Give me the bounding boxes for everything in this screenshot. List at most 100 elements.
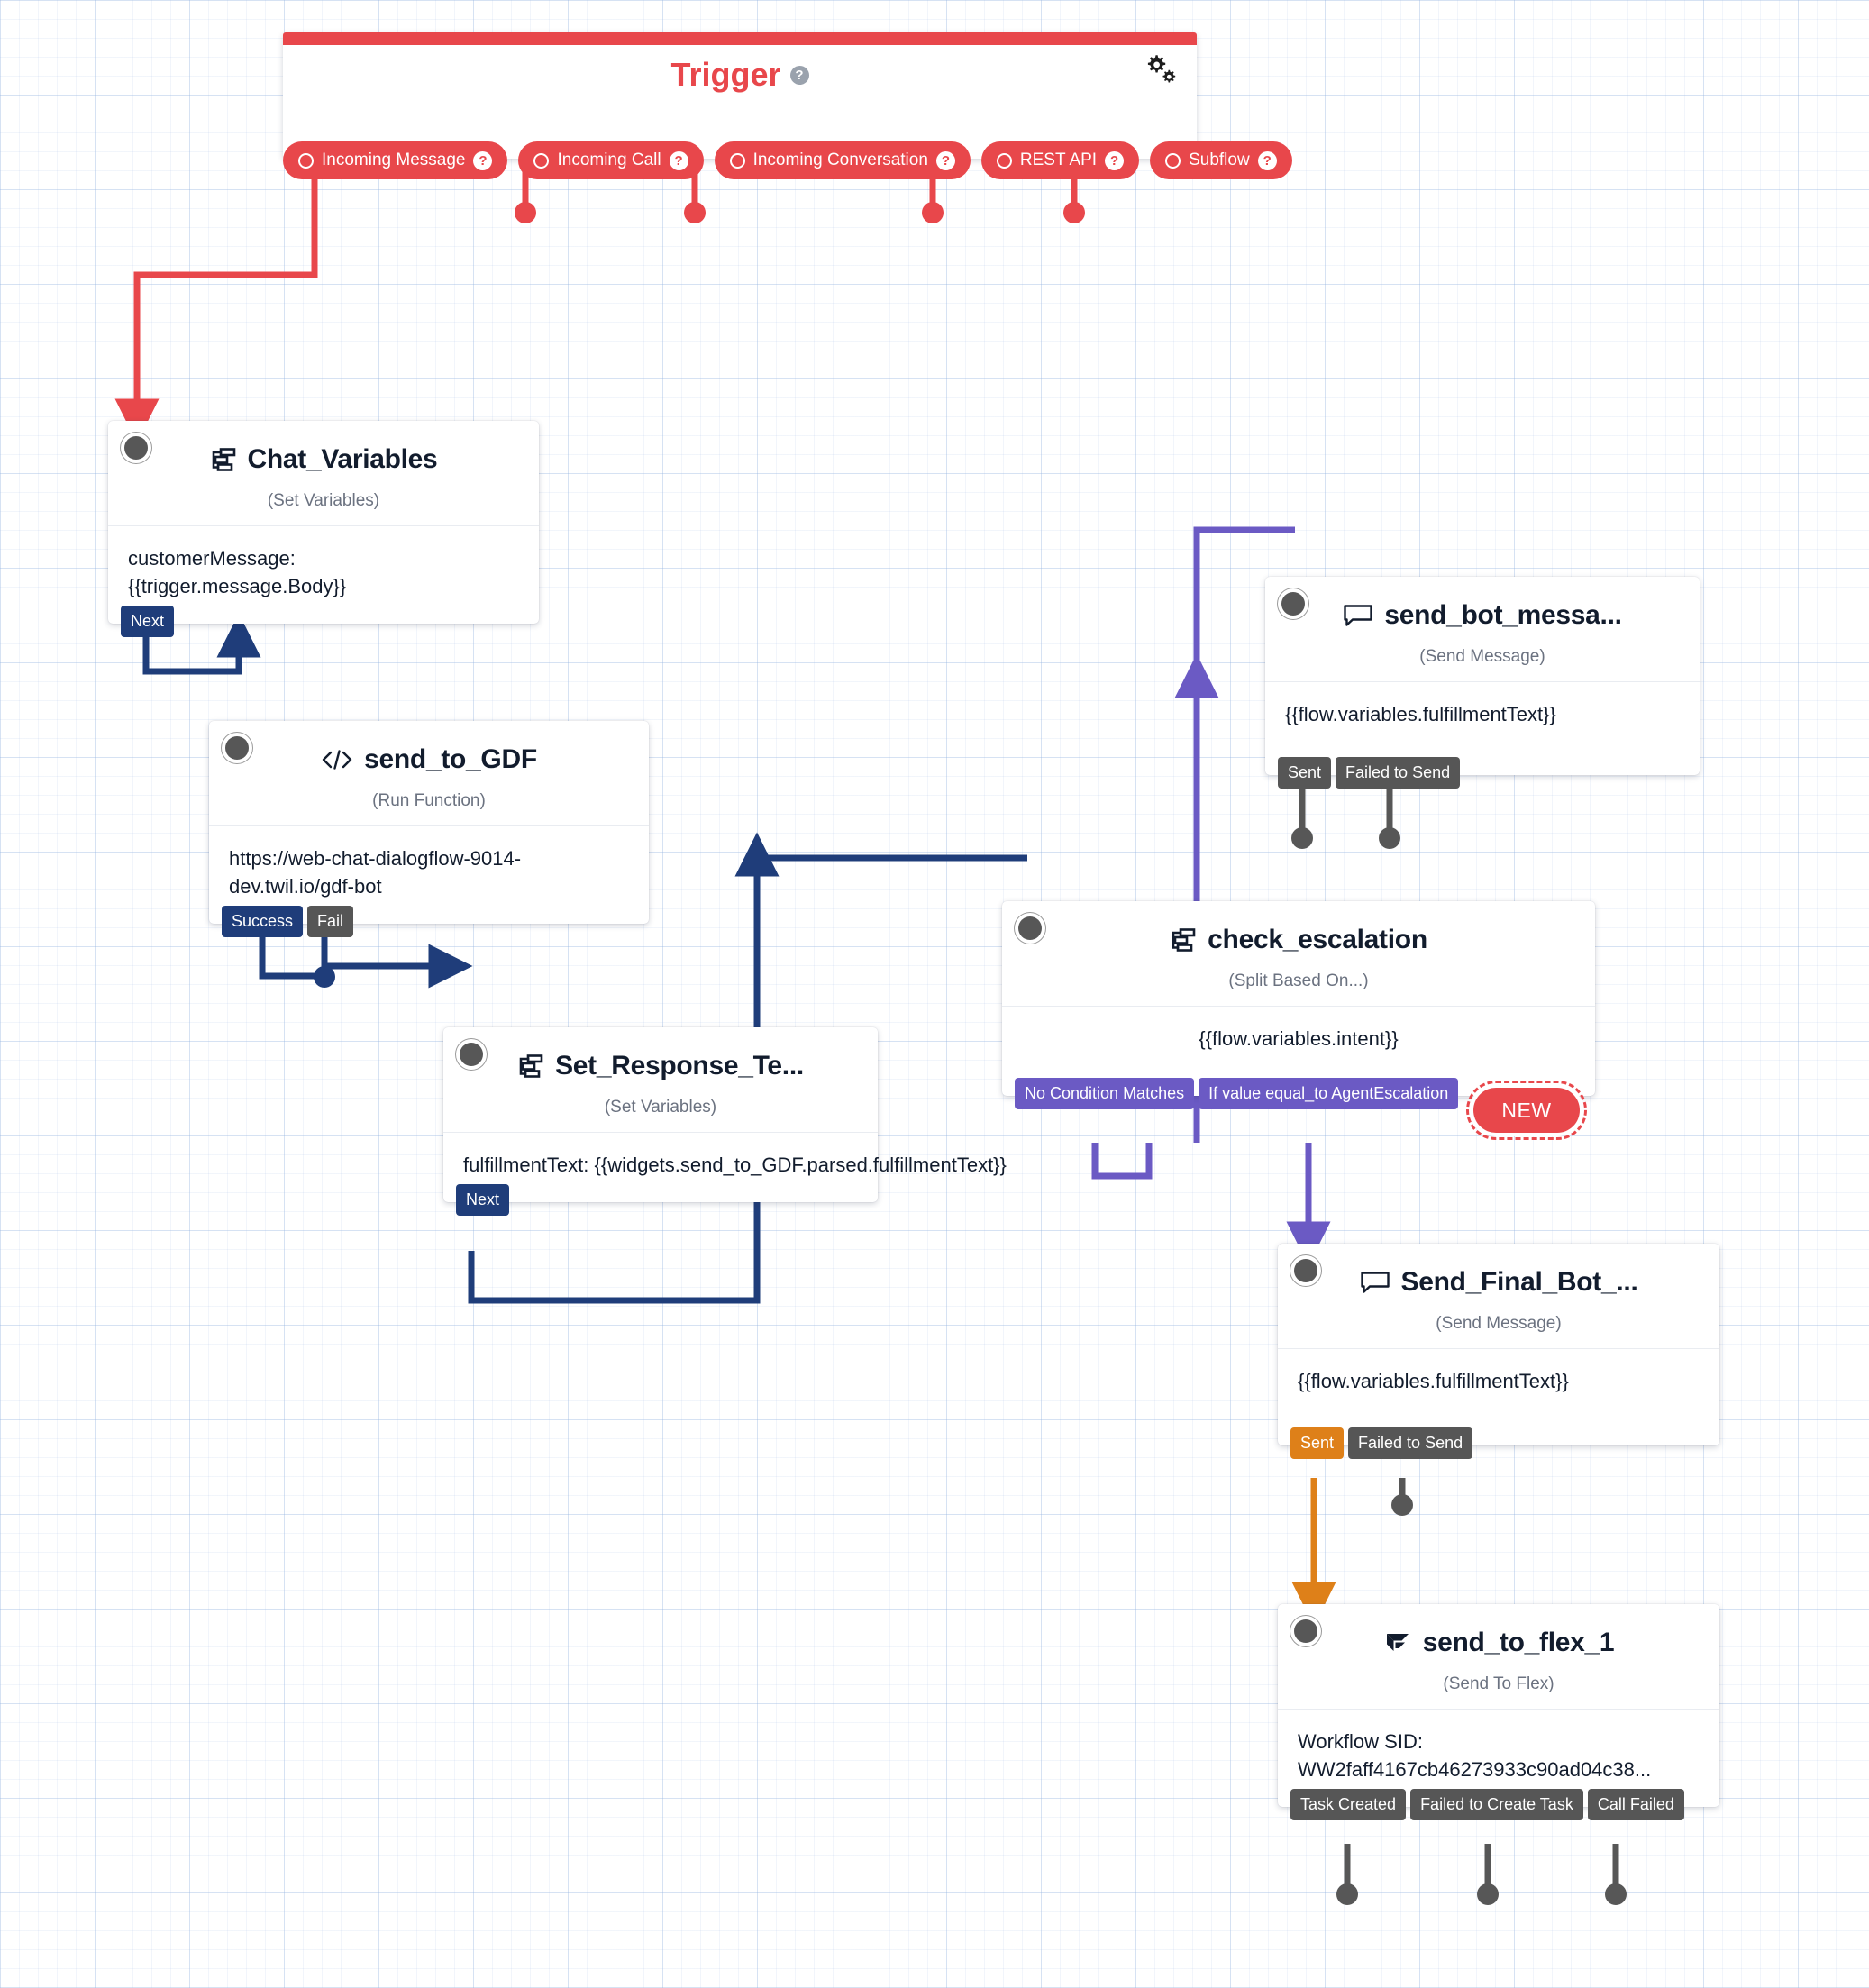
widget-input-port[interactable] [1281,592,1305,616]
help-icon[interactable]: ? [1105,150,1125,170]
widget-input-port[interactable] [225,736,249,760]
trigger-transition-pill[interactable]: Incoming Conversation? [714,141,971,179]
trigger-title: Trigger [670,56,781,93]
widget-transitions: Next [121,606,175,638]
flow-canvas[interactable]: Trigger ? Incoming Message? Incoming Call… [0,0,1869,1988]
widget-type-label: (Send Message) [1436,1314,1562,1333]
transition-endpoint-dot[interactable] [1336,1883,1358,1905]
transition-pill[interactable]: Failed to Send [1348,1427,1473,1460]
trigger-transition-label: Incoming Conversation [752,150,928,169]
widget-input-port[interactable] [460,1043,483,1066]
transition-endpoint-dot[interactable] [314,966,335,988]
widget-title: send_to_flex_1 [1422,1628,1615,1657]
trigger-transition-label: Incoming Message [322,150,466,169]
widget-type-label: (Run Function) [372,791,486,810]
circle-icon [1165,152,1181,169]
widget-transitions: Sent Failed to Send [1278,757,1461,789]
new-condition-label: NEW [1501,1098,1552,1122]
transition-pill[interactable]: Task Created [1290,1789,1407,1821]
transition-pill[interactable]: Failed to Create Task [1410,1789,1583,1821]
set-variables-icon [210,447,237,472]
trigger-transition-pill[interactable]: Incoming Message? [283,141,508,179]
widget-type-label: (Set Variables) [267,491,380,510]
trigger-transition-pill[interactable]: Incoming Call? [518,141,704,179]
circle-icon [298,152,314,169]
widget-type-label: (Split Based On...) [1228,971,1369,990]
new-condition-button[interactable]: NEW [1466,1081,1587,1140]
widget-header: send_to_GDF [209,721,649,779]
widget-header: Chat_Variables [108,421,539,479]
flex-icon [1383,1630,1412,1655]
transition-pill[interactable]: Sent [1290,1427,1345,1460]
transition-pill[interactable]: No Condition Matches [1015,1078,1195,1110]
help-icon[interactable]: ? [935,150,955,170]
transition-pill[interactable]: Next [456,1184,510,1217]
trigger-transition-label: Incoming Call [557,150,661,169]
widget-title: Set_Response_Te... [555,1051,804,1081]
trigger-endpoint-dot[interactable] [515,202,536,223]
message-icon [1360,1270,1390,1295]
set-variables-icon [517,1053,544,1079]
transition-pill[interactable]: Sent [1278,757,1332,789]
code-icon [321,748,353,771]
transition-pill[interactable]: Call Failed [1587,1789,1684,1821]
widget-transitions: Success Fail [222,906,354,938]
trigger-endpoint-dot[interactable] [684,202,706,223]
transition-endpoint-dot[interactable] [1379,827,1400,849]
split-icon [1170,927,1197,953]
widget-send-bot-message[interactable]: send_bot_messa... (Send Message) {{flow.… [1265,577,1700,789]
transition-pill[interactable]: If value equal_to AgentEscalation [1199,1078,1459,1110]
widget-title: Send_Final_Bot_... [1400,1267,1638,1297]
help-icon[interactable]: ? [669,150,688,170]
widget-send-final-bot[interactable]: Send_Final_Bot_... (Send Message) {{flow… [1278,1244,1719,1460]
circle-icon [729,152,745,169]
widget-type-label: (Send Message) [1419,647,1545,666]
help-icon[interactable]: ? [789,65,809,85]
trigger-title-row: Trigger ? [283,56,1197,94]
trigger-endpoint-dot[interactable] [922,202,944,223]
widget-send-to-flex[interactable]: send_to_flex_1 (Send To Flex) Workflow S… [1278,1604,1719,1821]
widget-chat-variables[interactable]: Chat_Variables (Set Variables) customerM… [108,421,539,638]
widget-set-response-text[interactable]: Set_Response_Te... (Set Variables) fulfi… [443,1027,1007,1217]
widget-transitions: Task Created Failed to Create Task Call Fa… [1290,1789,1684,1821]
widget-header: check_escalation [1002,901,1595,959]
transition-endpoint-dot[interactable] [1291,827,1313,849]
trigger-accent-bar [283,32,1197,45]
trigger-widget[interactable]: Trigger ? Incoming Message? Incoming Call… [283,32,1292,179]
trigger-transitions: Incoming Message? Incoming Call? Incoming … [270,141,1292,179]
widget-input-port[interactable] [1294,1259,1317,1282]
widget-send-to-gdf[interactable]: send_to_GDF (Run Function) https://web-c… [209,721,649,938]
trigger-endpoint-dot[interactable] [1063,202,1085,223]
widget-title: send_to_GDF [364,744,537,774]
transition-pill[interactable]: Failed to Send [1336,757,1461,789]
widget-input-port[interactable] [124,436,148,460]
transition-pill[interactable]: Next [121,606,175,638]
widget-header: send_to_flex_1 [1278,1604,1719,1662]
widget-title: send_bot_messa... [1384,600,1622,630]
widget-title: check_escalation [1208,925,1427,954]
widget-check-escalation[interactable]: check_escalation (Split Based On...) {{f… [1002,901,1595,1110]
message-icon [1343,603,1373,628]
circle-icon [533,152,550,169]
circle-icon [996,152,1012,169]
transition-endpoint-dot[interactable] [1477,1883,1499,1905]
widget-header: Send_Final_Bot_... [1278,1244,1719,1301]
widget-title: Chat_Variables [247,444,438,474]
widget-input-port[interactable] [1294,1619,1317,1643]
trigger-transition-pill[interactable]: Subflow? [1150,141,1292,179]
transition-endpoint-dot[interactable] [1605,1883,1627,1905]
widget-input-port[interactable] [1018,916,1042,940]
widget-transitions: Sent Failed to Send [1290,1427,1473,1460]
widget-header: send_bot_messa... [1265,577,1700,634]
transition-endpoint-dot[interactable] [1391,1494,1413,1516]
trigger-transition-label: Subflow [1189,150,1250,169]
trigger-transition-label: REST API [1019,150,1098,169]
widget-type-label: (Set Variables) [604,1098,717,1117]
transition-pill[interactable]: Fail [307,906,354,938]
help-icon[interactable]: ? [473,150,493,170]
transition-pill[interactable]: Success [222,906,304,938]
gears-icon[interactable] [1141,52,1177,87]
widget-header: Set_Response_Te... [443,1027,878,1085]
trigger-transition-pill[interactable]: REST API? [980,141,1140,179]
help-icon[interactable]: ? [1257,150,1277,170]
